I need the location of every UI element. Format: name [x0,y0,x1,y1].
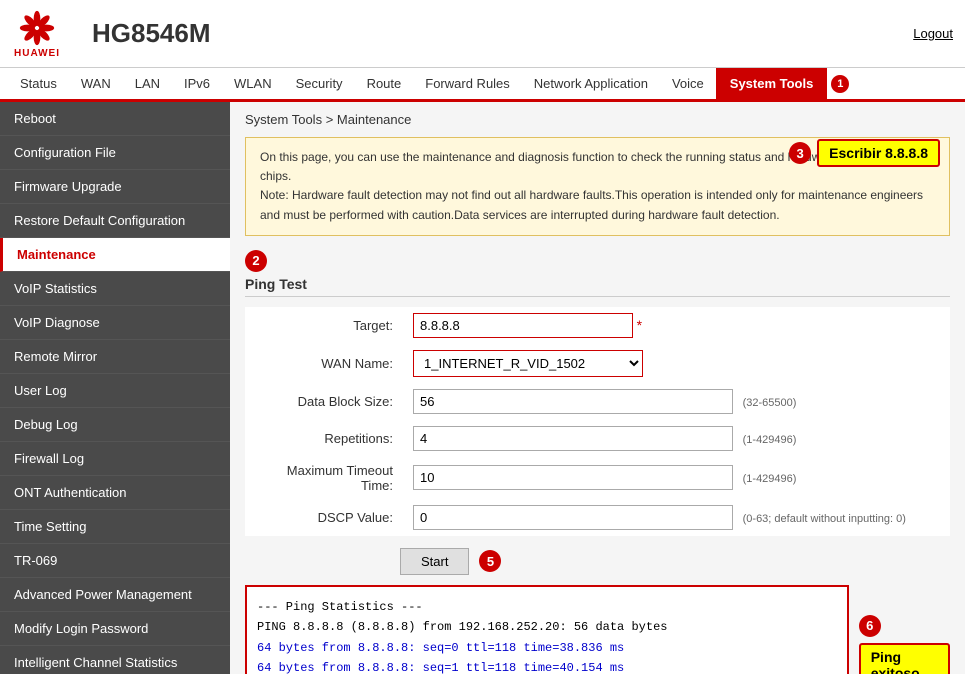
nav-status[interactable]: Status [8,68,69,99]
repetitions-label: Repetitions: [245,420,405,457]
huawei-logo [12,8,62,48]
content-area: System Tools > Maintenance On this page,… [230,102,965,674]
result-line-2: 64 bytes from 8.8.8.8: seq=0 ttl=118 tim… [257,638,837,658]
dscp-hint: (0-63; default without inputting: 0) [743,513,906,525]
nav-wlan[interactable]: WLAN [222,68,284,99]
annotation-num-6: 6 [859,615,881,637]
data-block-hint: (32-65500) [743,397,797,409]
sidebar-item-tr069[interactable]: TR-069 [0,544,230,578]
result-line-1: PING 8.8.8.8 (8.8.8.8) from 192.168.252.… [257,617,837,637]
ping-target-row: Target: * [245,307,950,344]
repetitions-cell: (1-429496) [405,420,950,457]
result-area: --- Ping Statistics --- PING 8.8.8.8 (8.… [245,585,950,674]
breadcrumb-separator: > [326,112,337,127]
result-line-0: --- Ping Statistics --- [257,597,837,617]
data-block-input[interactable] [413,389,733,414]
breadcrumb-root: System Tools [245,112,322,127]
wan-name-cell: 1_INTERNET_R_VID_1502 2_TR069_R_VID_1503… [405,344,950,383]
sidebar-item-user-log[interactable]: User Log [0,374,230,408]
annotation-2-area: 2 [245,250,950,272]
sidebar-item-time-setting[interactable]: Time Setting [0,510,230,544]
sidebar-item-modify-login[interactable]: Modify Login Password [0,612,230,646]
wan-name-label: WAN Name: [245,344,405,383]
ping-form: Target: * WAN Name: 1_INTERNET_R_VID_150… [245,307,950,536]
annotation-num-2: 2 [245,250,267,272]
sidebar-item-firmware[interactable]: Firmware Upgrade [0,170,230,204]
sidebar-item-reboot[interactable]: Reboot [0,102,230,136]
sidebar-item-voip-stats[interactable]: VoIP Statistics [0,272,230,306]
annotation-num-3: 3 [789,142,811,164]
sidebar-item-voip-diagnose[interactable]: VoIP Diagnose [0,306,230,340]
ping-target-input[interactable] [413,313,633,338]
info-line1: On this page, you can use the maintenanc… [260,150,838,164]
wan-name-row: WAN Name: 1_INTERNET_R_VID_1502 2_TR069_… [245,344,950,383]
dscp-input[interactable] [413,505,733,530]
nav-security[interactable]: Security [284,68,355,99]
data-block-cell: (32-65500) [405,383,950,420]
brand-name: HUAWEI [14,48,60,59]
annotation-bubble-1: Escribir 8.8.8.8 [817,139,940,167]
repetitions-input[interactable] [413,426,733,451]
ping-target-label: Target: [245,307,405,344]
annotation-6-group: 6 Ping exitoso [859,585,950,674]
nav-badge: 1 [831,75,849,93]
sidebar-item-firewall-log[interactable]: Firewall Log [0,442,230,476]
sidebar-item-advanced-power[interactable]: Advanced Power Management [0,578,230,612]
sidebar-item-ont-auth[interactable]: ONT Authentication [0,476,230,510]
dscp-row: DSCP Value: (0-63; default without input… [245,499,950,536]
info-section: On this page, you can use the maintenanc… [245,137,950,236]
sidebar-item-config-file[interactable]: Configuration File [0,136,230,170]
breadcrumb-current: Maintenance [337,112,411,127]
ping-section-title: Ping Test [245,276,950,297]
wan-name-select[interactable]: 1_INTERNET_R_VID_1502 2_TR069_R_VID_1503… [413,350,643,377]
nav-system-tools[interactable]: System Tools [716,68,828,99]
nav-lan[interactable]: LAN [123,68,172,99]
breadcrumb: System Tools > Maintenance [245,112,950,127]
nav-route[interactable]: Route [355,68,414,99]
nav-voice[interactable]: Voice [660,68,716,99]
main-nav: Status WAN LAN IPv6 WLAN Security Route … [0,68,965,102]
sidebar-item-restore-default[interactable]: Restore Default Configuration [0,204,230,238]
start-button[interactable]: Start [400,548,469,575]
sidebar-item-maintenance[interactable]: Maintenance [0,238,230,272]
annotation-bubble-6: Ping exitoso [859,643,950,674]
start-button-row: Start 5 [400,548,950,575]
sidebar-item-debug-log[interactable]: Debug Log [0,408,230,442]
main-layout: Reboot Configuration File Firmware Upgra… [0,102,965,674]
dscp-label: DSCP Value: [245,499,405,536]
model-title: HG8546M [82,18,913,49]
logout-button[interactable]: Logout [913,26,953,41]
max-timeout-input[interactable] [413,465,733,490]
data-block-label: Data Block Size: [245,383,405,420]
max-timeout-cell: (1-429496) [405,457,950,499]
annotation-num-5: 5 [479,550,501,572]
sidebar-item-remote-mirror[interactable]: Remote Mirror [0,340,230,374]
nav-forward-rules[interactable]: Forward Rules [413,68,522,99]
nav-wan[interactable]: WAN [69,68,123,99]
repetitions-row: Repetitions: (1-429496) [245,420,950,457]
ping-target-cell: * [405,307,950,344]
header: HUAWEI HG8546M Logout [0,0,965,68]
info-note: Note: Hardware fault detection may not f… [260,188,923,221]
ping-result-box: --- Ping Statistics --- PING 8.8.8.8 (8.… [245,585,849,674]
annotation-3-group: 3 Escribir 8.8.8.8 [789,139,940,167]
logo-area: HUAWEI [12,8,62,59]
nav-network-app[interactable]: Network Application [522,68,660,99]
max-timeout-row: Maximum Timeout Time: (1-429496) [245,457,950,499]
dscp-cell: (0-63; default without inputting: 0) [405,499,950,536]
required-star: * [637,317,642,333]
max-timeout-hint: (1-429496) [743,473,797,485]
result-line-3: 64 bytes from 8.8.8.8: seq=1 ttl=118 tim… [257,658,837,674]
repetitions-hint: (1-429496) [743,434,797,446]
data-block-row: Data Block Size: (32-65500) [245,383,950,420]
sidebar-item-intelligent-channel[interactable]: Intelligent Channel Statistics [0,646,230,674]
sidebar: Reboot Configuration File Firmware Upgra… [0,102,230,674]
max-timeout-label: Maximum Timeout Time: [245,457,405,499]
nav-ipv6[interactable]: IPv6 [172,68,222,99]
